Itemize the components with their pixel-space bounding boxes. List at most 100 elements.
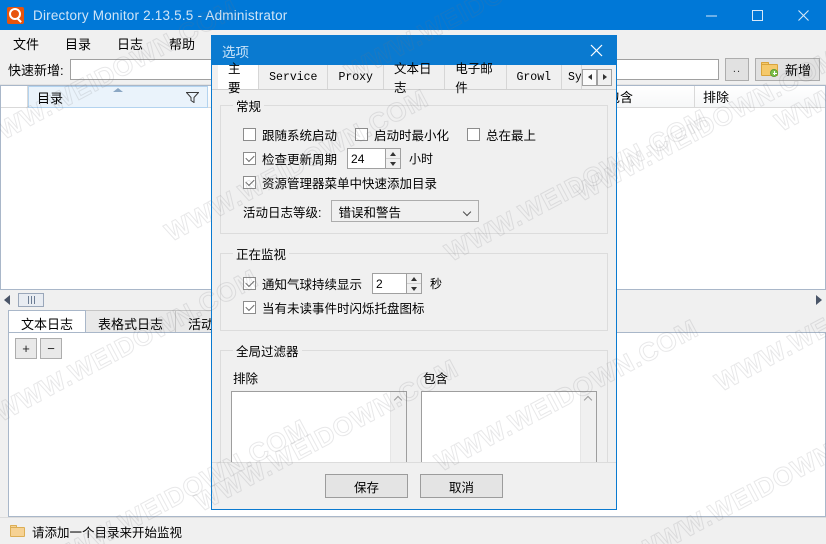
global-filters-group: 全局过滤器 排除 包含 — [220, 341, 608, 462]
include-filter-items[interactable] — [422, 392, 580, 462]
column-header-directory-label: 目录 — [37, 90, 64, 106]
checkbox-always-on-top-box[interactable] — [467, 128, 481, 141]
tab-scroll-buttons — [582, 65, 613, 89]
flash-tray-row: 当有未读事件时闪烁托盘图标 — [243, 298, 597, 317]
checkbox-always-on-top[interactable]: 总在最上 — [467, 125, 536, 144]
checkbox-balloon-duration-box[interactable] — [243, 277, 256, 290]
checkbox-update-interval[interactable]: 检查更新周期 — [243, 149, 337, 168]
scroll-left-icon[interactable] — [4, 295, 10, 305]
tab-proxy[interactable]: Proxy — [328, 65, 384, 89]
cancel-button[interactable]: 取消 — [420, 474, 503, 498]
menu-item-log[interactable]: 日志 — [104, 31, 156, 56]
tab-text-log[interactable]: 文本日志 — [8, 310, 87, 332]
exclude-filter-header: 排除 — [233, 372, 259, 386]
exclude-scroll-up-icon[interactable] — [395, 395, 402, 402]
add-directory-label: 新增 — [784, 62, 811, 78]
include-filter-listbox[interactable] — [421, 391, 597, 462]
checkbox-always-on-top-label: 总在最上 — [486, 129, 537, 143]
checkbox-start-with-system-box[interactable] — [243, 128, 256, 141]
column-header-exclude-label: 排除 — [703, 90, 730, 105]
app-magnifier-icon — [7, 6, 24, 24]
checkbox-explorer-quick-add-box[interactable] — [243, 176, 256, 189]
tab-service[interactable]: Service — [259, 65, 329, 89]
chevron-down-icon — [464, 209, 472, 214]
explorer-menu-row: 资源管理器菜单中快速添加目录 — [243, 173, 597, 192]
tab-email[interactable]: 电子邮件 — [445, 62, 507, 95]
checkbox-update-interval-label: 检查更新周期 — [262, 153, 338, 167]
general-group: 常规 跟随系统启动 启动时最小化 总在最上 检查更新周期 24 小时 资源管理器… — [220, 96, 608, 234]
column-header-exclude[interactable]: 排除 — [695, 86, 825, 108]
menu-item-help[interactable]: 帮助 — [156, 31, 208, 56]
general-group-legend: 常规 — [236, 100, 262, 114]
checkbox-start-minimized-box[interactable] — [355, 128, 369, 141]
menu-item-file[interactable]: 文件 — [0, 31, 52, 56]
listview-corner — [1, 86, 28, 108]
balloon-duration-up-icon[interactable] — [407, 274, 422, 284]
browse-button[interactable]: .. — [724, 57, 749, 81]
options-dialog: 选项 主要 Service Proxy 文本日志 电子邮件 Growl Sy 常… — [211, 35, 617, 510]
include-scroll-up-icon[interactable] — [585, 395, 592, 402]
balloon-duration-stepper[interactable] — [372, 273, 423, 294]
monitoring-group-legend: 正在监视 — [236, 248, 287, 262]
status-folder-icon — [10, 525, 25, 537]
column-header-directory[interactable]: 目录 — [28, 86, 208, 108]
scroll-thumb[interactable] — [18, 293, 44, 307]
add-directory-button[interactable]: 新增 — [754, 57, 820, 81]
log-level-select[interactable]: 错误和警告 — [331, 200, 480, 222]
include-filter-header: 包含 — [423, 372, 449, 386]
save-button[interactable]: 保存 — [325, 474, 408, 498]
tab-table-log[interactable]: 表格式日志 — [85, 310, 177, 332]
dialog-tabstrip: 主要 Service Proxy 文本日志 电子邮件 Growl Sy — [212, 62, 616, 95]
update-interval-up-icon[interactable] — [386, 149, 401, 159]
exclude-vertical-scrollbar[interactable] — [390, 392, 406, 462]
sort-ascending-icon — [113, 88, 123, 92]
tab-text-log[interactable]: 文本日志 — [383, 62, 446, 95]
checkbox-start-minimized[interactable]: 启动时最小化 — [355, 125, 449, 144]
tab-growl[interactable]: Growl — [506, 65, 563, 89]
exclude-filter-column: 排除 — [231, 368, 407, 462]
balloon-duration-down-icon[interactable] — [407, 284, 421, 293]
include-vertical-scrollbar[interactable] — [580, 392, 596, 462]
menu-item-directory[interactable]: 目录 — [52, 31, 104, 56]
tab-scroll-next-icon[interactable] — [597, 68, 613, 86]
log-level-label: 活动日志等级: — [243, 205, 322, 220]
log-add-button[interactable]: + — [15, 338, 37, 359]
balloon-duration-input[interactable] — [372, 273, 407, 294]
checkbox-start-with-system-label: 跟随系统启动 — [262, 129, 338, 143]
checkbox-explorer-quick-add-label: 资源管理器菜单中快速添加目录 — [262, 177, 438, 191]
checkbox-flash-tray-icon[interactable]: 当有未读事件时闪烁托盘图标 — [243, 298, 425, 317]
close-icon[interactable] — [780, 0, 826, 30]
balloon-duration-arrows[interactable] — [406, 273, 423, 294]
monitoring-group: 正在监视 通知气球持续显示 秒 当有未读事件时 — [220, 244, 608, 331]
maximize-icon[interactable] — [734, 0, 780, 30]
filter-funnel-icon[interactable] — [186, 91, 199, 103]
checkbox-explorer-quick-add[interactable]: 资源管理器菜单中快速添加目录 — [243, 173, 437, 192]
window-title: Directory Monitor 2.13.5.5 - Administrat… — [33, 7, 288, 23]
update-interval-input[interactable] — [347, 148, 386, 169]
exclude-filter-listbox[interactable] — [231, 391, 407, 462]
update-interval-unit: 小时 — [409, 152, 434, 166]
balloon-duration-unit: 秒 — [430, 277, 443, 291]
tab-scroll-prev-icon[interactable] — [582, 68, 598, 86]
scroll-right-icon[interactable] — [816, 295, 822, 305]
update-interval-stepper[interactable] — [347, 148, 402, 169]
log-remove-button[interactable]: − — [40, 338, 62, 359]
checkbox-flash-tray-icon-box[interactable] — [243, 301, 256, 314]
update-interval-arrows[interactable] — [385, 148, 402, 169]
global-filters-legend: 全局过滤器 — [236, 345, 299, 359]
exclude-filter-items[interactable] — [232, 392, 390, 462]
tab-syslog[interactable]: Sy — [562, 65, 583, 89]
checkbox-balloon-duration[interactable]: 通知气球持续显示 — [243, 274, 362, 293]
checkbox-update-interval-box[interactable] — [243, 152, 256, 165]
checkbox-balloon-duration-label: 通知气球持续显示 — [262, 278, 363, 292]
update-check-row: 检查更新周期 小时 — [243, 148, 597, 169]
tab-main[interactable]: 主要 — [218, 62, 260, 95]
include-filter-column: 包含 — [421, 368, 597, 462]
dialog-close-icon[interactable] — [576, 36, 616, 65]
window-controls — [688, 0, 826, 30]
title-bar: Directory Monitor 2.13.5.5 - Administrat… — [0, 0, 826, 30]
minimize-icon[interactable] — [688, 0, 734, 30]
update-interval-down-icon[interactable] — [386, 159, 400, 168]
general-checkbox-row: 跟随系统启动 启动时最小化 总在最上 — [243, 125, 597, 144]
checkbox-start-with-system[interactable]: 跟随系统启动 — [243, 125, 337, 144]
